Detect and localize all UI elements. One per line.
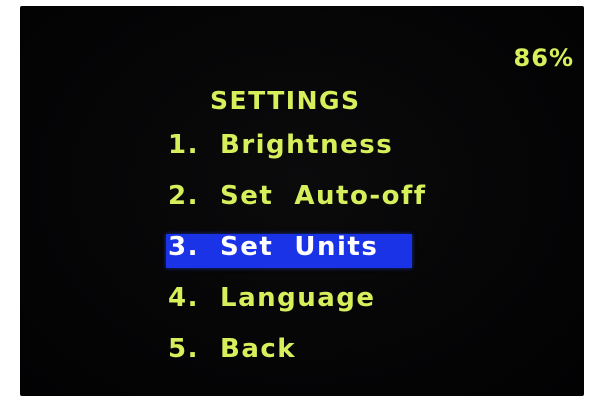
menu-item-label: Back: [220, 334, 297, 364]
menu-item-label: Set Units: [220, 232, 379, 262]
menu-item-brightness[interactable]: 1. Brightness: [168, 130, 427, 181]
lcd-screen: 86% SETTINGS 1. Brightness 2. Set Auto-off…: [20, 6, 584, 396]
menu-item-number: 3.: [168, 232, 199, 262]
menu-title: SETTINGS: [210, 86, 361, 115]
menu-item-number: 1.: [168, 130, 199, 160]
battery-level: 86%: [513, 44, 574, 72]
settings-menu: 1. Brightness 2. Set Auto-off 3. Set Units …: [166, 130, 427, 385]
menu-item-number: 4.: [168, 283, 199, 313]
menu-item-label: Brightness: [220, 130, 394, 160]
menu-item-label: Set Auto-off: [220, 181, 427, 211]
menu-item-language[interactable]: 4. Language: [168, 283, 427, 334]
menu-item-set-auto-off[interactable]: 2. Set Auto-off: [168, 181, 427, 232]
menu-item-number: 2.: [168, 181, 199, 211]
device-frame: 86% SETTINGS 1. Brightness 2. Set Auto-off…: [0, 0, 592, 404]
menu-item-set-units[interactable]: 3. Set Units: [166, 232, 427, 283]
menu-item-number: 5.: [168, 334, 199, 364]
menu-item-label: Language: [220, 283, 376, 313]
menu-item-back[interactable]: 5. Back: [168, 334, 427, 385]
